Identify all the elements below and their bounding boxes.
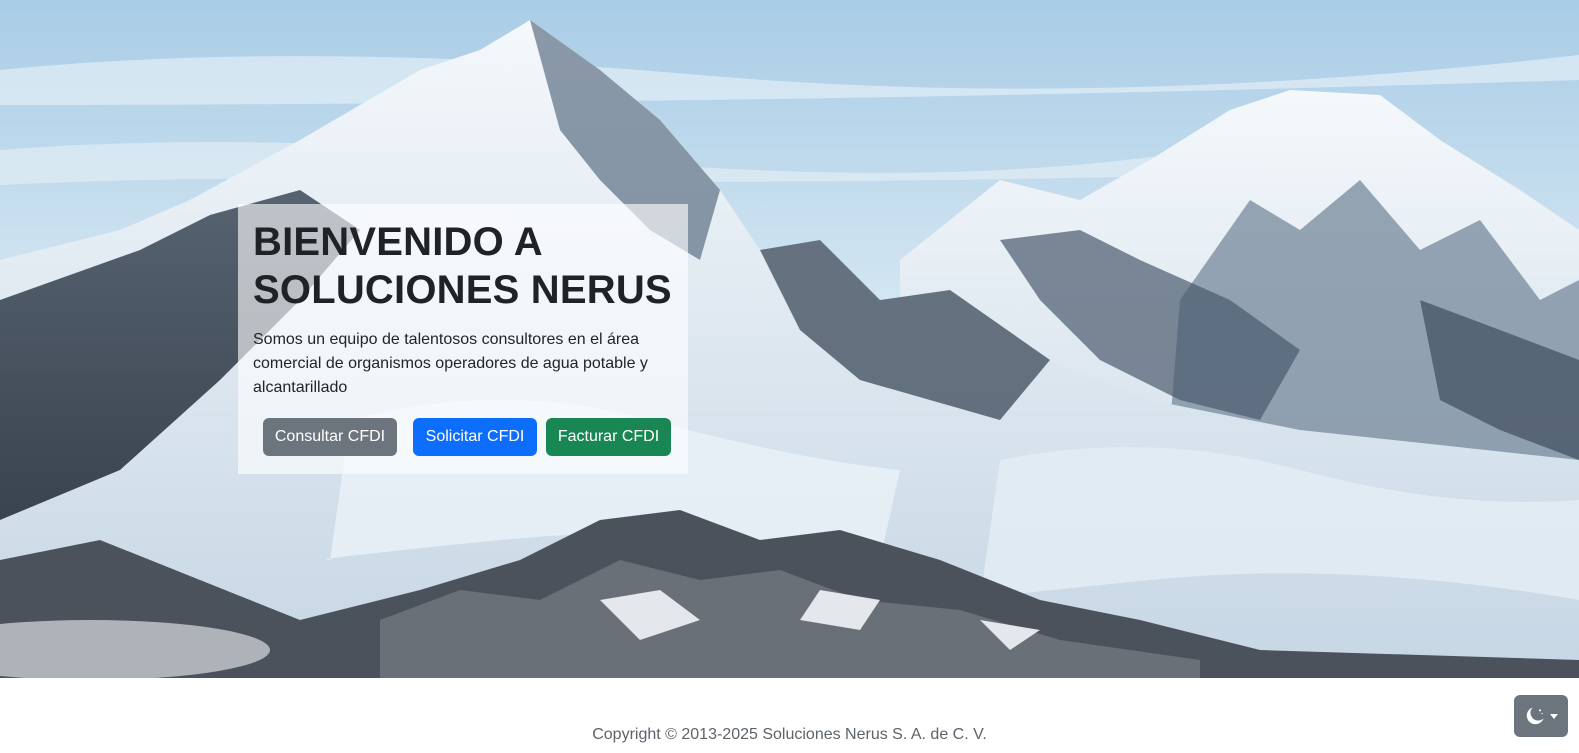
page-title: BIENVENIDO A SOLUCIONES NERUS [253, 218, 672, 314]
solicitar-cfdi-button[interactable]: Solicitar CFDI [413, 418, 537, 456]
action-buttons: Consultar CFDI Solicitar CFDI Facturar C… [238, 418, 688, 456]
moon-icon [1526, 707, 1544, 725]
consultar-cfdi-button[interactable]: Consultar CFDI [263, 418, 397, 456]
page: BIENVENIDO A SOLUCIONES NERUS Somos un e… [0, 0, 1579, 753]
copyright-text: Copyright © 2013-2025 Soluciones Nerus S… [592, 726, 987, 743]
welcome-card: BIENVENIDO A SOLUCIONES NERUS Somos un e… [238, 204, 688, 474]
title-line-2: SOLUCIONES NERUS [253, 268, 672, 312]
caret-down-icon [1550, 714, 1558, 719]
hero-banner: BIENVENIDO A SOLUCIONES NERUS Somos un e… [0, 0, 1579, 678]
hero-description: Somos un equipo de talentosos consultore… [253, 331, 648, 396]
mountain-background-image [0, 0, 1579, 678]
title-line-1: BIENVENIDO A [253, 220, 543, 264]
facturar-cfdi-button[interactable]: Facturar CFDI [546, 418, 671, 456]
theme-toggle-button[interactable] [1514, 695, 1568, 737]
footer: Copyright © 2013-2025 Soluciones Nerus S… [0, 678, 1579, 753]
